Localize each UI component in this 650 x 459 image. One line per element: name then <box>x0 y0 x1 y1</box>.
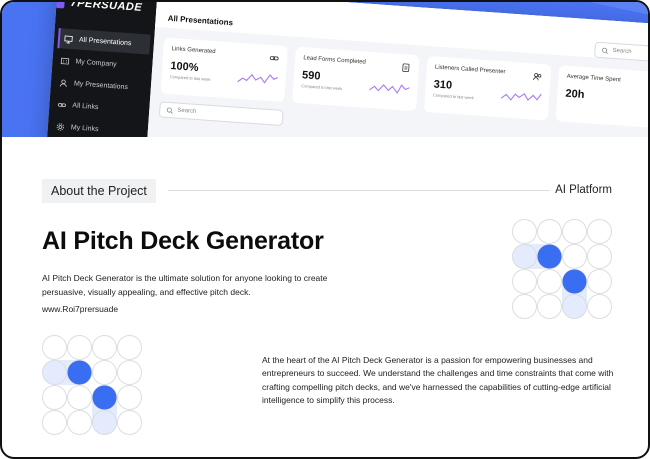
stat-sub: Compared to last week <box>169 74 211 82</box>
user-icon <box>59 79 67 87</box>
clipboard-icon <box>402 63 410 73</box>
stat-sub: Compared to last week <box>432 92 475 101</box>
link-icon <box>269 56 279 61</box>
stat-card-links: Links Generated 100% Compared to last we… <box>160 37 289 103</box>
decorative-grid-left <box>42 335 142 435</box>
stat-label: Listeners Called Presenter <box>434 64 506 76</box>
dashboard-sidebar: 7PERSUADE All Presentations My Company M… <box>43 2 158 137</box>
stat-value: 310 <box>433 78 453 92</box>
search-icon <box>602 47 608 54</box>
project-title: AI Pitch Deck Generator <box>42 227 324 255</box>
sparkline-chart <box>500 93 542 101</box>
presentation-icon <box>64 35 73 43</box>
project-url[interactable]: www.Roi7prersuade <box>42 304 118 314</box>
top-search-input[interactable]: Search <box>594 41 648 64</box>
search-placeholder: Search <box>177 107 197 115</box>
project-body-text: At the heart of the AI Pitch Deck Genera… <box>262 355 614 405</box>
sidebar-item-label: My Presentations <box>73 79 129 91</box>
sparkline-chart <box>237 73 279 84</box>
sidebar-item-label: My Company <box>75 57 117 68</box>
about-row: About the Project AI Platform <box>42 179 612 203</box>
gear-icon <box>56 122 65 131</box>
link-icon <box>57 102 66 107</box>
project-description: AI Pitch Deck Generator is the ultimate … <box>42 273 328 297</box>
project-card: 7PERSUADE All Presentations My Company M… <box>0 0 650 459</box>
sparkline-chart <box>368 84 410 94</box>
divider <box>168 190 550 191</box>
dashboard-main: All Presentations Links Generated 100% C… <box>143 2 648 137</box>
search-input[interactable]: Search <box>158 101 284 127</box>
stat-value: 20h <box>565 87 585 101</box>
page-title: All Presentations <box>167 13 234 28</box>
dashboard-logo: 7PERSUADE <box>70 2 143 14</box>
stat-sub: Compared to last week <box>301 83 343 92</box>
stat-card-listeners: Listeners Called Presenter 310 Compared … <box>423 55 552 121</box>
sidebar-item-label: All Links <box>72 101 99 111</box>
sidebar-item-label: All Presentations <box>78 36 132 47</box>
users-icon <box>532 73 542 81</box>
stat-value: 590 <box>301 69 321 83</box>
company-icon <box>60 57 70 65</box>
search-placeholder: Search <box>612 47 632 56</box>
decorative-grid-right <box>512 219 612 319</box>
about-tag: About the Project <box>42 179 156 203</box>
logo-mark-icon <box>56 2 66 9</box>
search-icon <box>166 107 173 114</box>
dashboard-mockup: 7PERSUADE All Presentations My Company M… <box>43 2 648 137</box>
stat-card-lead-forms: Lead Forms Completed 590 Compared to las… <box>292 46 420 112</box>
stat-value: 100% <box>169 60 199 74</box>
hero-banner: 7PERSUADE All Presentations My Company M… <box>2 2 648 137</box>
stat-card-time-spent: Average Time Spent 20h <box>555 65 648 130</box>
category-label: AI Platform <box>555 184 612 196</box>
sidebar-item-label: My Links <box>70 123 99 133</box>
stat-label: Average Time Spent <box>566 73 621 84</box>
stat-label: Links Generated <box>171 46 216 56</box>
stat-label: Lead Forms Completed <box>303 55 367 66</box>
